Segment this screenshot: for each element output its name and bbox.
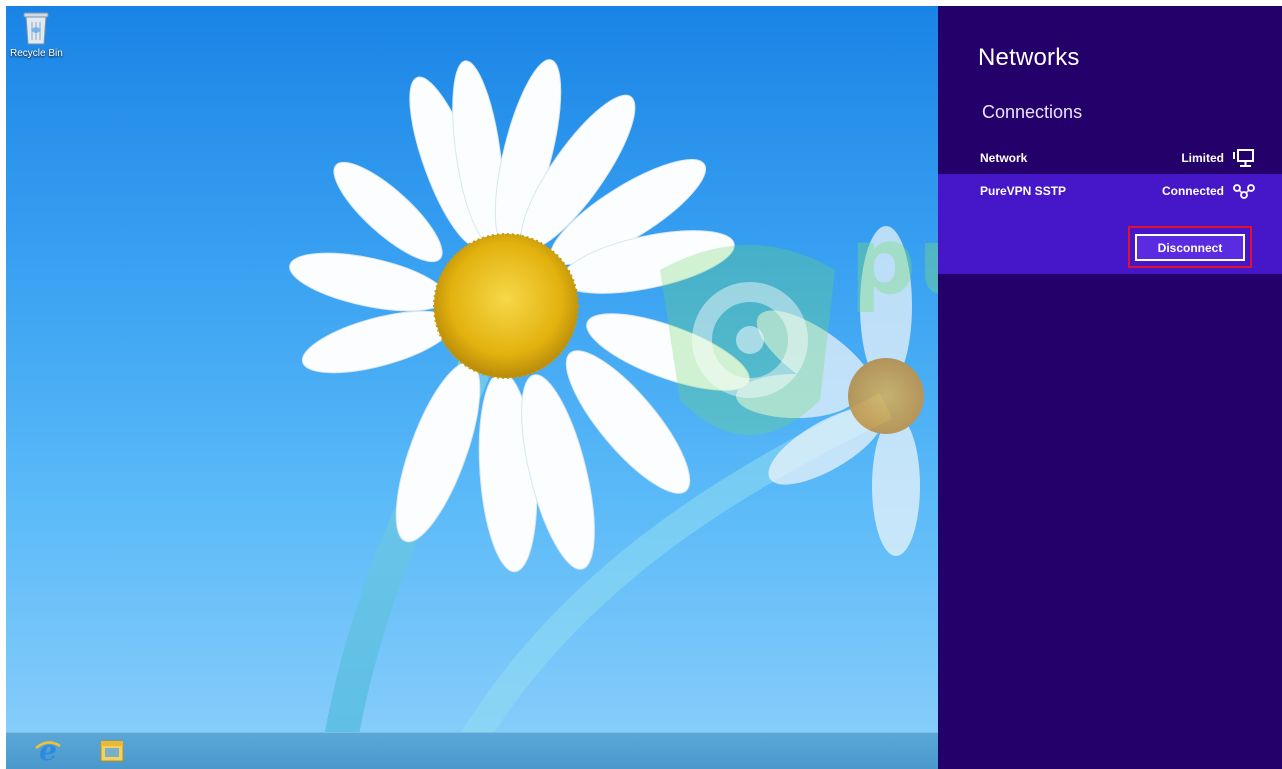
taskbar: e [6,732,938,769]
network-charm-pane: Networks Connections Network Limited Pur… [938,6,1282,769]
recycle-bin-icon [23,12,49,45]
screen: Recycle Bin e pure [0,0,1282,769]
connection-row-network[interactable]: Network Limited [938,141,1282,175]
disconnect-callout: Disconnect [1128,226,1252,268]
connection-status: Limited [1181,151,1224,165]
disconnect-button[interactable]: Disconnect [1135,234,1245,261]
wired-network-icon [1233,149,1254,167]
folder-icon [100,740,124,762]
connection-name: PureVPN SSTP [980,184,1067,198]
internet-explorer-icon: e [35,735,61,765]
pane-title: Networks [978,44,1080,71]
connection-row-vpn[interactable]: PureVPN SSTP Connected Disconnect [938,174,1282,274]
connections-heading: Connections [982,102,1083,122]
taskbar-internet-explorer[interactable]: e [30,735,66,767]
taskbar-file-explorer[interactable] [94,735,130,767]
svg-text:e: e [39,735,57,765]
recycle-bin-shortcut[interactable]: Recycle Bin [10,10,63,59]
connection-name: Network [980,151,1028,165]
daisy-wallpaper [289,59,924,769]
vpn-icon [1233,184,1255,199]
desktop[interactable]: Recycle Bin e [6,6,938,769]
connection-status: Connected [1161,184,1224,198]
recycle-bin-label: Recycle Bin [10,48,63,59]
